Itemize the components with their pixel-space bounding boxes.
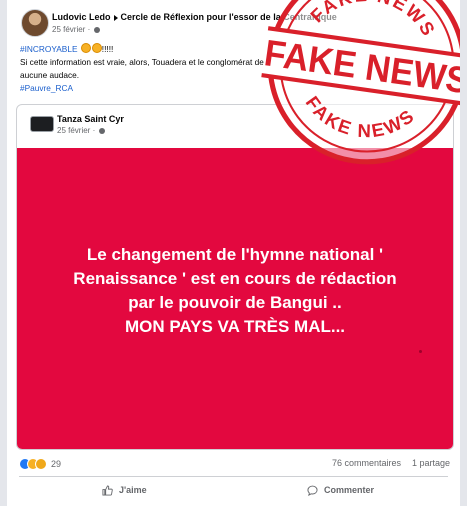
- hashtag-pauvre-rca[interactable]: #Pauvre_RCA: [20, 83, 73, 93]
- sad-reaction-icon: [35, 458, 47, 470]
- astonished-face-icon: [91, 43, 102, 53]
- shared-post-date[interactable]: 25 février: [57, 126, 90, 135]
- shared-author-name[interactable]: Tanza Saint Cyr: [57, 114, 124, 124]
- thumbs-up-icon: [102, 485, 113, 496]
- like-button[interactable]: J'aime: [102, 485, 147, 496]
- shared-author-avatar[interactable]: [30, 116, 54, 132]
- reaction-summary[interactable]: 29: [19, 458, 61, 470]
- reaction-count: 29: [51, 459, 62, 469]
- author-avatar[interactable]: [21, 9, 49, 37]
- post-meta: 25 février ·: [52, 25, 101, 34]
- like-label: J'aime: [119, 485, 147, 495]
- hashtag-incroyable[interactable]: #INCROYABLE: [20, 44, 77, 54]
- share-count[interactable]: 1 partage: [412, 458, 450, 468]
- text-post-background: Le changement de l'hymne national ' Rena…: [17, 148, 453, 449]
- exclamation-marks: !!!!!: [101, 44, 114, 54]
- arrow-right-icon: [113, 14, 118, 21]
- author-name[interactable]: Ludovic Ledo: [52, 12, 111, 22]
- shared-text-line: Le changement de l'hymne national ': [86, 245, 384, 264]
- globe-icon: [99, 127, 106, 134]
- divider: [19, 476, 448, 477]
- comment-bubble-icon: [307, 485, 318, 497]
- engagement-stats: 76 commentaires 1 partage: [332, 458, 450, 468]
- shared-post-meta: 25 février ·: [57, 126, 106, 135]
- globe-icon: [94, 26, 101, 33]
- comment-button[interactable]: Commenter: [307, 485, 375, 497]
- decorative-dot: [419, 350, 422, 353]
- astonished-face-icon: [80, 43, 91, 53]
- shared-post-text: Le changement de l'hymne national ' Rena…: [37, 243, 433, 339]
- comment-label: Commenter: [324, 485, 375, 495]
- fake-news-stamp: FAKE NEWS FAKE NEWS FAKE NEWS: [253, 0, 460, 165]
- shared-text-line: par le pouvoir de Bangui ..: [128, 293, 342, 312]
- post-date[interactable]: 25 février: [52, 25, 85, 34]
- facebook-post: Ludovic Ledo Cercle de Réflexion pour l'e…: [7, 0, 460, 506]
- comment-count[interactable]: 76 commentaires: [332, 458, 401, 468]
- shared-text-line: Renaissance ' est en cours de rédaction: [73, 269, 397, 288]
- shared-text-line: MON PAYS VA TRÈS MAL...: [124, 317, 346, 336]
